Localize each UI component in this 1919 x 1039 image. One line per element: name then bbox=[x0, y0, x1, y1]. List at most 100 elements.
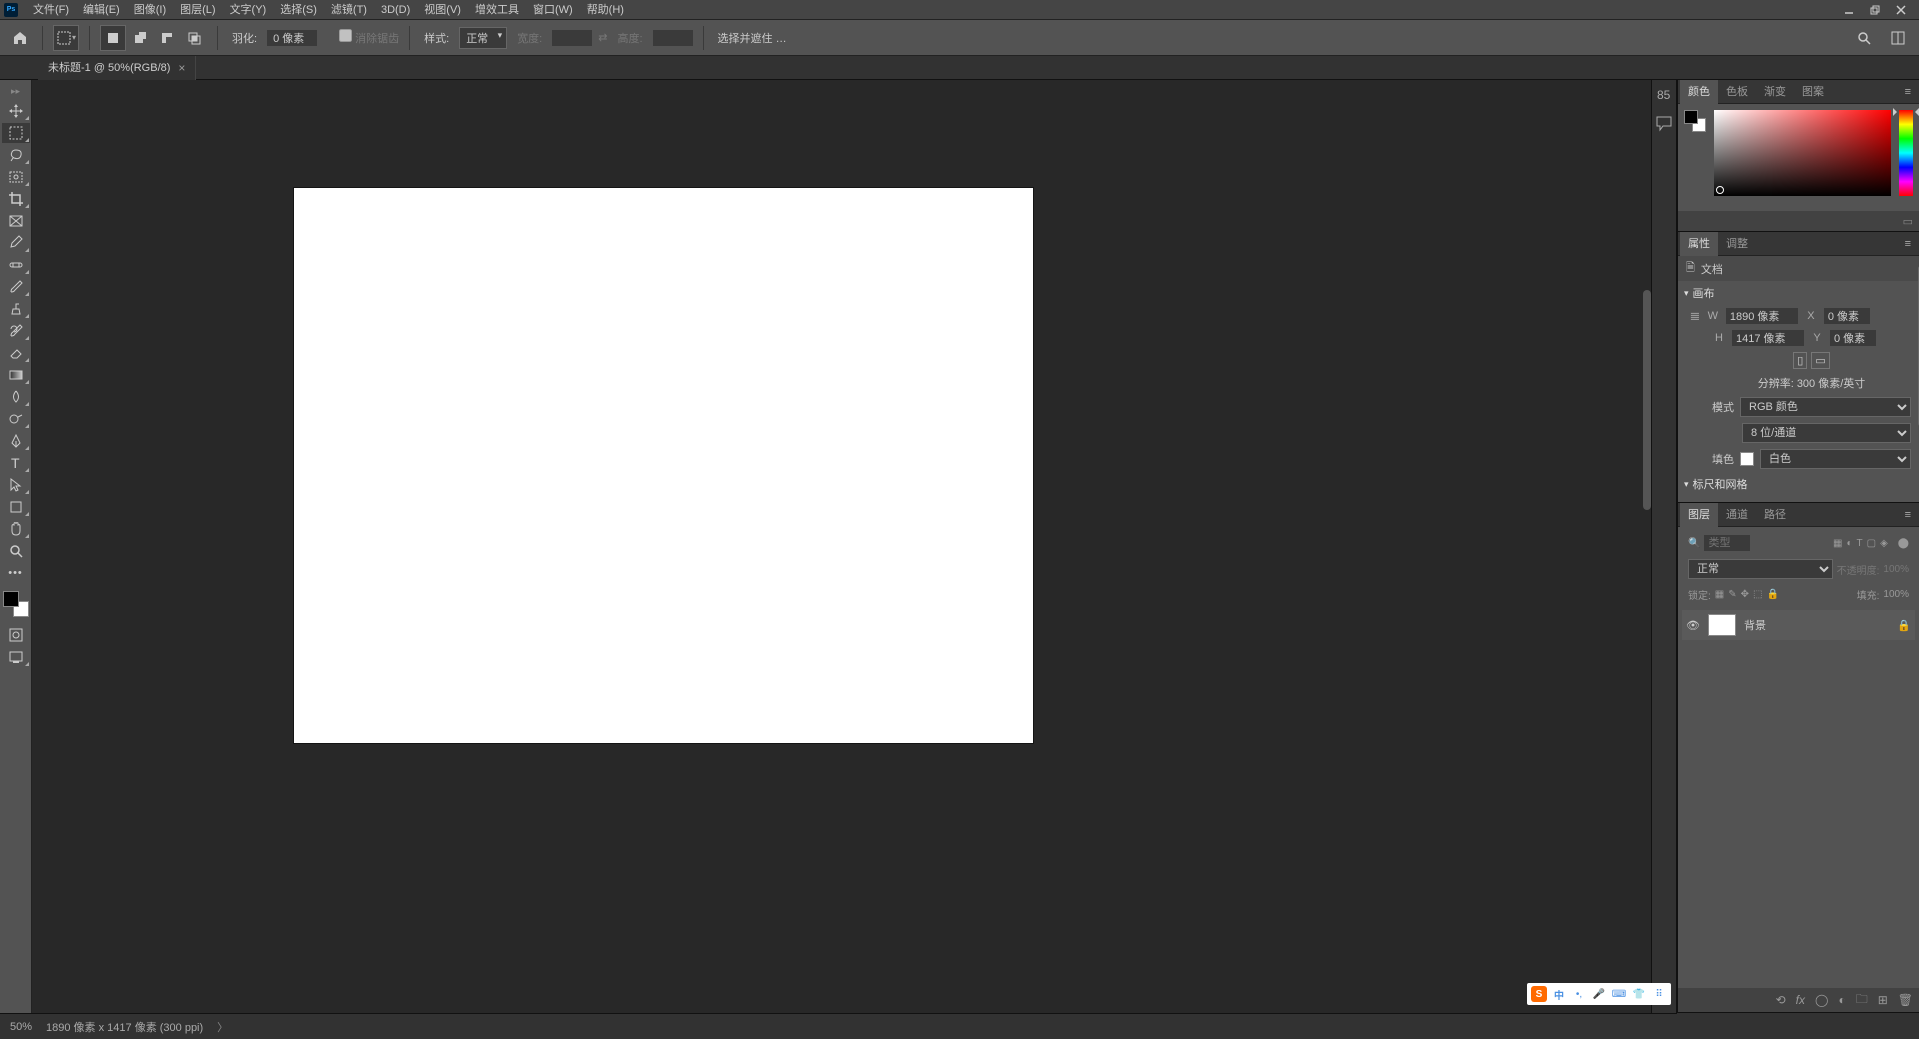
filter-toggle-icon[interactable]: ⬤ bbox=[1898, 538, 1909, 549]
quick-select-tool[interactable] bbox=[2, 167, 30, 187]
menu-type[interactable]: 文字(Y) bbox=[223, 0, 274, 20]
ime-voice-icon[interactable]: 🎤 bbox=[1591, 986, 1607, 1002]
frame-tool[interactable] bbox=[2, 211, 30, 231]
tab-color[interactable]: 颜色 bbox=[1680, 80, 1718, 104]
style-select[interactable]: 正常 ▾ bbox=[459, 27, 507, 49]
pen-tool[interactable] bbox=[2, 431, 30, 451]
feather-input[interactable] bbox=[267, 30, 317, 46]
marquee-tool[interactable] bbox=[2, 123, 30, 143]
color-fgbg-swatch[interactable] bbox=[1684, 110, 1706, 132]
menu-help[interactable]: 帮助(H) bbox=[580, 0, 631, 20]
menu-plugins[interactable]: 增效工具 bbox=[468, 0, 526, 20]
shape-tool[interactable] bbox=[2, 497, 30, 517]
link-wh-icon[interactable]: 𝌆 bbox=[1690, 310, 1700, 323]
zoom-tool[interactable] bbox=[2, 541, 30, 561]
lock-icon[interactable]: 🔒 bbox=[1897, 619, 1911, 632]
dodge-tool[interactable] bbox=[2, 409, 30, 429]
tab-paths[interactable]: 路径 bbox=[1756, 503, 1794, 527]
gradient-tool[interactable] bbox=[2, 365, 30, 385]
fill-color-select[interactable]: 白色 bbox=[1760, 449, 1911, 469]
tab-layers[interactable]: 图层 bbox=[1680, 503, 1718, 527]
menu-view[interactable]: 视图(V) bbox=[417, 0, 468, 20]
marquee-tool-preset[interactable]: ▾ bbox=[53, 25, 79, 51]
clone-stamp-tool[interactable] bbox=[2, 299, 30, 319]
selection-new[interactable] bbox=[100, 25, 126, 51]
bit-depth-select[interactable]: 8 位/通道 bbox=[1742, 423, 1911, 443]
doc-dimensions[interactable]: 1890 像素 x 1417 像素 (300 ppi) bbox=[46, 1019, 203, 1035]
path-select-tool[interactable] bbox=[2, 475, 30, 495]
orient-portrait-icon[interactable]: ▯ bbox=[1793, 352, 1807, 369]
healing-tool[interactable] bbox=[2, 255, 30, 275]
menu-edit[interactable]: 编辑(E) bbox=[76, 0, 127, 20]
selection-subtract[interactable] bbox=[154, 25, 180, 51]
filter-type-icon[interactable]: T bbox=[1857, 538, 1863, 549]
mask-icon[interactable]: ◯ bbox=[1815, 993, 1828, 1007]
comments-panel-icon[interactable] bbox=[1655, 114, 1673, 132]
collapse-toolbar-icon[interactable]: ▸▸ bbox=[9, 84, 22, 99]
link-layers-icon[interactable]: ⟲ bbox=[1776, 993, 1786, 1007]
adjustment-icon[interactable]: ◐ bbox=[1838, 993, 1845, 1007]
brush-tool[interactable] bbox=[2, 277, 30, 297]
home-button[interactable] bbox=[8, 26, 32, 50]
blur-tool[interactable] bbox=[2, 387, 30, 407]
menu-select[interactable]: 选择(S) bbox=[273, 0, 324, 20]
panel-menu-icon[interactable]: ≡ bbox=[1899, 509, 1917, 521]
tab-channels[interactable]: 通道 bbox=[1718, 503, 1756, 527]
layer-filter-select[interactable] bbox=[1704, 535, 1750, 551]
fill-swatch[interactable] bbox=[1740, 452, 1754, 466]
move-tool[interactable] bbox=[2, 101, 30, 121]
ime-lang-indicator[interactable]: 中 bbox=[1551, 986, 1567, 1002]
layer-thumbnail[interactable] bbox=[1708, 614, 1736, 636]
menu-window[interactable]: 窗口(W) bbox=[526, 0, 580, 20]
type-tool[interactable]: T bbox=[2, 453, 30, 473]
filter-pixel-icon[interactable]: ▦ bbox=[1833, 538, 1842, 549]
layer-row-background[interactable]: 👁 背景 🔒 bbox=[1682, 610, 1915, 640]
orient-landscape-icon[interactable]: ▭ bbox=[1811, 352, 1829, 369]
quick-mask-tool[interactable] bbox=[2, 625, 30, 645]
menu-filter[interactable]: 滤镜(T) bbox=[324, 0, 374, 20]
menu-image[interactable]: 图像(I) bbox=[127, 0, 173, 20]
document-tab[interactable]: 未标题-1 @ 50%(RGB/8) × bbox=[38, 56, 196, 80]
panel-menu-icon[interactable]: ≡ bbox=[1899, 86, 1917, 98]
tab-adjustments[interactable]: 调整 bbox=[1718, 232, 1756, 256]
new-layer-icon[interactable]: ⊞ bbox=[1878, 993, 1888, 1007]
selection-add[interactable] bbox=[127, 25, 153, 51]
menu-3d[interactable]: 3D(D) bbox=[374, 0, 417, 20]
ime-skin-icon[interactable]: 👕 bbox=[1631, 986, 1647, 1002]
filter-search-icon[interactable]: 🔍 bbox=[1688, 538, 1700, 549]
delete-layer-icon[interactable]: 🗑 bbox=[1898, 993, 1913, 1007]
ime-punct-icon[interactable]: •, bbox=[1571, 986, 1587, 1002]
window-minimize-button[interactable] bbox=[1843, 4, 1855, 16]
select-and-mask-button[interactable]: 选择并遮住 … bbox=[714, 30, 791, 46]
menu-layer[interactable]: 图层(L) bbox=[173, 0, 222, 20]
canvas-height-input[interactable] bbox=[1732, 330, 1804, 346]
eyedropper-tool[interactable] bbox=[2, 233, 30, 253]
hand-tool[interactable] bbox=[2, 519, 30, 539]
foreground-background-colors[interactable] bbox=[3, 591, 29, 617]
search-icon[interactable] bbox=[1851, 25, 1877, 51]
screen-mode-tool[interactable] bbox=[2, 647, 30, 667]
layer-name[interactable]: 背景 bbox=[1744, 617, 1766, 633]
canvas-area[interactable] bbox=[32, 80, 1651, 1013]
canvas-section-header[interactable]: ▾画布 bbox=[1678, 281, 1919, 305]
color-mode-select[interactable]: RGB 颜色 bbox=[1740, 397, 1911, 417]
tab-patterns[interactable]: 图案 bbox=[1794, 80, 1832, 104]
ime-keyboard-icon[interactable]: ⌨ bbox=[1611, 986, 1627, 1002]
share-icon[interactable] bbox=[1885, 25, 1911, 51]
panel-menu-icon[interactable]: ≡ bbox=[1899, 238, 1917, 250]
close-tab-icon[interactable]: × bbox=[178, 56, 185, 80]
canvas-width-input[interactable] bbox=[1726, 308, 1798, 324]
status-chevron-icon[interactable]: 〉 bbox=[217, 1019, 228, 1035]
history-brush-tool[interactable] bbox=[2, 321, 30, 341]
ime-bar[interactable]: S 中 •, 🎤 ⌨ 👕 ⠿ bbox=[1527, 983, 1671, 1005]
hue-slider[interactable] bbox=[1899, 110, 1913, 196]
tab-swatches[interactable]: 色板 bbox=[1718, 80, 1756, 104]
menu-file[interactable]: 文件(F) bbox=[26, 0, 76, 20]
tab-properties[interactable]: 属性 bbox=[1680, 232, 1718, 256]
tab-gradients[interactable]: 渐变 bbox=[1756, 80, 1794, 104]
ime-menu-icon[interactable]: ⠿ bbox=[1651, 986, 1667, 1002]
filter-smart-icon[interactable]: ◈ bbox=[1880, 538, 1888, 549]
color-footer-icon[interactable]: ▭ bbox=[1903, 215, 1913, 228]
filter-adjust-icon[interactable]: ◐ bbox=[1846, 538, 1852, 549]
document-canvas[interactable] bbox=[294, 188, 1033, 743]
